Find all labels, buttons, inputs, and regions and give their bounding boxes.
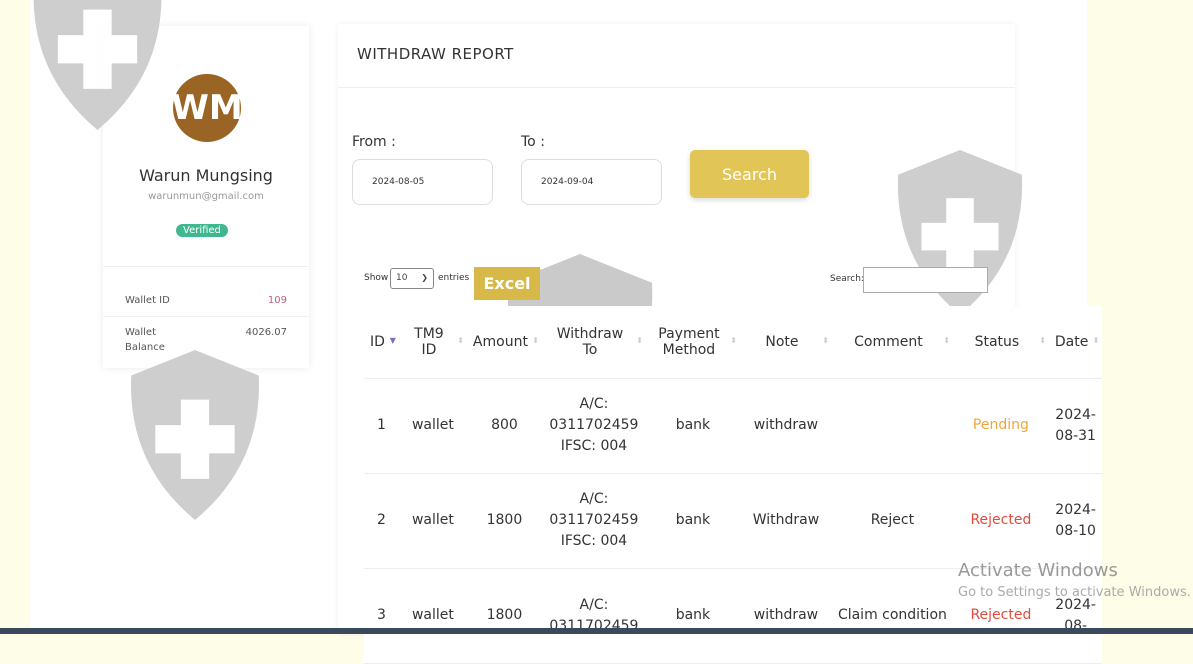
excel-export-button[interactable]: Excel [474, 267, 540, 300]
col-amount[interactable]: Amount ⬍ [466, 306, 542, 379]
search-button[interactable]: Search [690, 150, 809, 198]
verified-badge: Verified [176, 224, 228, 237]
activate-windows-title: Activate Windows [958, 560, 1118, 581]
from-date-input[interactable]: 2024-08-05 [352, 159, 493, 205]
table-row: 3 wallet 1800 A/C: 0311702459 bank withdraw Cla… [364, 568, 1103, 664]
col-tm9-id[interactable]: TM9 ID ⬍ [398, 306, 467, 379]
col-comment[interactable]: Comment ⬍ [831, 306, 953, 379]
wallet-balance-row: Wallet Balance 4026.07 [103, 327, 309, 358]
profile-name: Warun Mungsing [139, 166, 273, 185]
table-row: 1 wallet 800 A/C: 0311702459 IFSC: 004 bank wit… [364, 378, 1103, 474]
profile-card: WM Warun Mungsing warunmun@gmail.com Ver… [103, 26, 309, 368]
status-badge: Rejected [952, 568, 1049, 664]
from-label: From : [352, 134, 396, 150]
status-badge: Rejected [952, 473, 1049, 569]
table-search-label: Search: [830, 274, 864, 284]
withdraw-table: ID ▼ TM9 ID ⬍ Amount ⬍ Withdraw To ⬍ Payment… [364, 306, 1103, 664]
avatar: WM [171, 74, 243, 142]
wallet-id-row: Wallet ID 109 [103, 295, 309, 306]
table-search-input[interactable] [863, 267, 988, 293]
col-withdraw-to[interactable]: Withdraw To ⬍ [541, 306, 646, 379]
page-title: WITHDRAW REPORT [357, 45, 514, 63]
status-badge: Pending [952, 378, 1049, 474]
wallet-id-value: 109 [267, 295, 287, 306]
to-label: To : [521, 134, 545, 150]
show-label: Show [364, 273, 389, 283]
col-date[interactable]: Date ⬍ [1048, 306, 1103, 379]
table-row: 2 wallet 1800 A/C: 0311702459 IFSC: 004 bank Wi… [364, 473, 1103, 569]
wallet-balance-label: Wallet Balance [125, 327, 165, 353]
activate-windows-subtitle: Go to Settings to activate Windows. [958, 585, 1191, 600]
col-payment-method[interactable]: Payment Method ⬍ [645, 306, 740, 379]
entries-select[interactable]: 10 ❯ [390, 268, 434, 289]
taskbar [0, 628, 1193, 634]
profile-email: warunmun@gmail.com [148, 191, 264, 202]
to-date-input[interactable]: 2024-09-04 [521, 159, 662, 205]
col-id[interactable]: ID ▼ [364, 306, 399, 379]
wallet-balance-value: 4026.07 [245, 327, 287, 338]
col-status[interactable]: Status ⬍ [952, 306, 1049, 379]
col-note[interactable]: Note ⬍ [739, 306, 832, 379]
wallet-id-label: Wallet ID [125, 295, 170, 306]
entries-label: entries [438, 273, 470, 283]
